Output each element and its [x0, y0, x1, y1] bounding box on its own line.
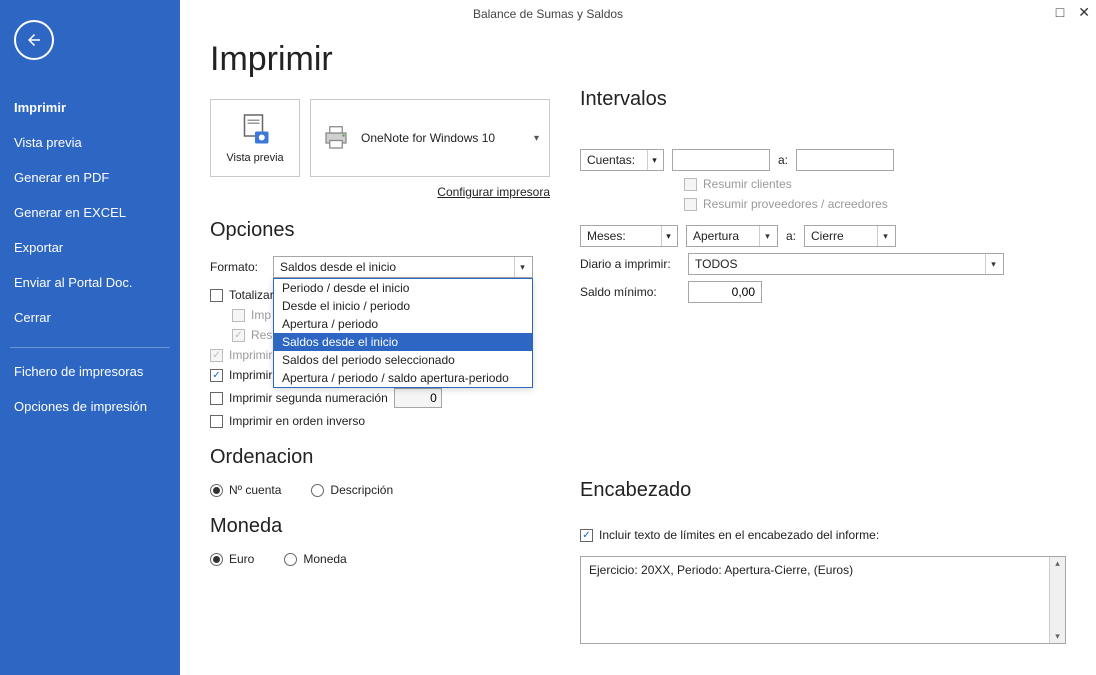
formato-select[interactable]: Saldos desde el inicio ▾ [273, 256, 533, 278]
imp-label: Imp [251, 308, 271, 322]
sidebar: Imprimir Vista previa Generar en PDF Gen… [0, 0, 180, 675]
content: Imprimir Vista previa [180, 0, 1096, 675]
chevron-down-icon: ▾ [985, 254, 1001, 274]
intervalos-heading: Intervalos [580, 88, 1066, 111]
formato-option[interactable]: Apertura / periodo [274, 315, 532, 333]
chevron-down-icon: ▾ [877, 226, 893, 246]
sidebar-item-enviar-portal[interactable]: Enviar al Portal Doc. [0, 265, 180, 300]
segunda-numeracion-checkbox[interactable] [210, 392, 223, 405]
formato-option[interactable]: Periodo / desde el inicio [274, 279, 532, 297]
right-column: Intervalos Cuentas: ▾ a: Resumir cliente… [580, 40, 1066, 644]
printer-icon [321, 123, 351, 153]
preview-label: Vista previa [226, 152, 283, 164]
cuentas-combo[interactable]: Cuentas: ▾ [580, 149, 664, 171]
chevron-down-icon[interactable]: ▾ [1050, 630, 1065, 643]
segunda-numeracion-label: Imprimir segunda numeración [229, 391, 388, 405]
scrollbar[interactable]: ▴ ▾ [1049, 557, 1065, 643]
back-button[interactable] [14, 20, 54, 60]
configure-printer-link[interactable]: Configurar impresora [437, 185, 550, 199]
sidebar-item-imprimir[interactable]: Imprimir [0, 90, 180, 125]
imp-checkbox [232, 309, 245, 322]
orden-inverso-checkbox[interactable] [210, 415, 223, 428]
meses-to-select[interactable]: Cierre ▾ [804, 225, 896, 247]
page-title: Imprimir [210, 40, 550, 79]
diario-label: Diario a imprimir: [580, 257, 680, 271]
formato-option[interactable]: Saldos desde el inicio [274, 333, 532, 351]
meses-combo[interactable]: Meses: ▾ [580, 225, 678, 247]
encabezado-heading: Encabezado [580, 479, 1066, 502]
sidebar-item-generar-excel[interactable]: Generar en EXCEL [0, 195, 180, 230]
moneda-moneda-radio[interactable] [284, 553, 297, 566]
cuentas-sin-saldo-checkbox[interactable] [210, 369, 223, 382]
moneda-euro-radio[interactable] [210, 553, 223, 566]
chevron-down-icon: ▾ [647, 150, 661, 170]
meses-from-select[interactable]: Apertura ▾ [686, 225, 778, 247]
arrow-left-icon [25, 31, 43, 49]
res-checkbox [232, 329, 245, 342]
orden-inverso-label: Imprimir en orden inverso [229, 414, 365, 428]
moneda-heading: Moneda [210, 515, 550, 538]
print-preview-icon [237, 112, 273, 148]
ordenacion-descripcion-radio[interactable] [311, 484, 324, 497]
resumir-clientes-checkbox [684, 178, 697, 191]
a-label: a: [778, 153, 788, 167]
saldo-min-label: Saldo mínimo: [580, 285, 680, 299]
totalizar-checkbox[interactable] [210, 289, 223, 302]
vista-previa-button[interactable]: Vista previa [210, 99, 300, 177]
sidebar-item-cerrar[interactable]: Cerrar [0, 300, 180, 335]
incluir-texto-checkbox[interactable] [580, 529, 593, 542]
sidebar-item-exportar[interactable]: Exportar [0, 230, 180, 265]
left-column: Imprimir Vista previa [210, 40, 550, 584]
sidebar-item-vista-previa[interactable]: Vista previa [0, 125, 180, 160]
cuentas-from-input[interactable] [672, 149, 770, 171]
chevron-down-icon: ▾ [661, 226, 675, 246]
chevron-down-icon: ▾ [514, 257, 530, 277]
solo-titulos-checkbox [210, 349, 223, 362]
diario-select[interactable]: TODOS ▾ [688, 253, 1004, 275]
encabezado-textarea[interactable]: Ejercicio: 20XX, Periodo: Apertura-Cierr… [580, 556, 1066, 644]
formato-option[interactable]: Saldos del periodo seleccionado [274, 351, 532, 369]
a-label-2: a: [786, 229, 796, 243]
ordenacion-ncuenta-radio[interactable] [210, 484, 223, 497]
opciones-heading: Opciones [210, 219, 550, 242]
resumir-clientes-label: Resumir clientes [703, 177, 792, 191]
formato-dropdown: Periodo / desde el inicio Desde el inici… [273, 278, 533, 388]
totalizar-label: Totalizar [229, 288, 274, 302]
printer-name: OneNote for Windows 10 [361, 131, 495, 145]
sidebar-item-fichero-impresoras[interactable]: Fichero de impresoras [0, 354, 180, 389]
ordenacion-heading: Ordenacion [210, 446, 550, 469]
sidebar-item-generar-pdf[interactable]: Generar en PDF [0, 160, 180, 195]
chevron-up-icon[interactable]: ▴ [1050, 557, 1065, 570]
chevron-down-icon: ▾ [759, 226, 775, 246]
resumir-prov-checkbox [684, 198, 697, 211]
resumir-prov-label: Resumir proveedores / acreedores [703, 197, 888, 211]
formato-option[interactable]: Desde el inicio / periodo [274, 297, 532, 315]
incluir-texto-label: Incluir texto de límites en el encabezad… [599, 528, 879, 542]
res-label: Res [251, 328, 272, 342]
cuentas-to-input[interactable] [796, 149, 894, 171]
saldo-min-input[interactable] [688, 281, 762, 303]
segunda-numeracion-value[interactable] [394, 388, 442, 408]
sidebar-item-opciones-impresion[interactable]: Opciones de impresión [0, 389, 180, 424]
printer-select[interactable]: OneNote for Windows 10 ▾ [310, 99, 550, 177]
chevron-down-icon: ▾ [534, 133, 539, 144]
formato-option[interactable]: Apertura / periodo / saldo apertura-peri… [274, 369, 532, 387]
formato-label: Formato: [210, 260, 265, 274]
sidebar-separator [10, 347, 170, 348]
